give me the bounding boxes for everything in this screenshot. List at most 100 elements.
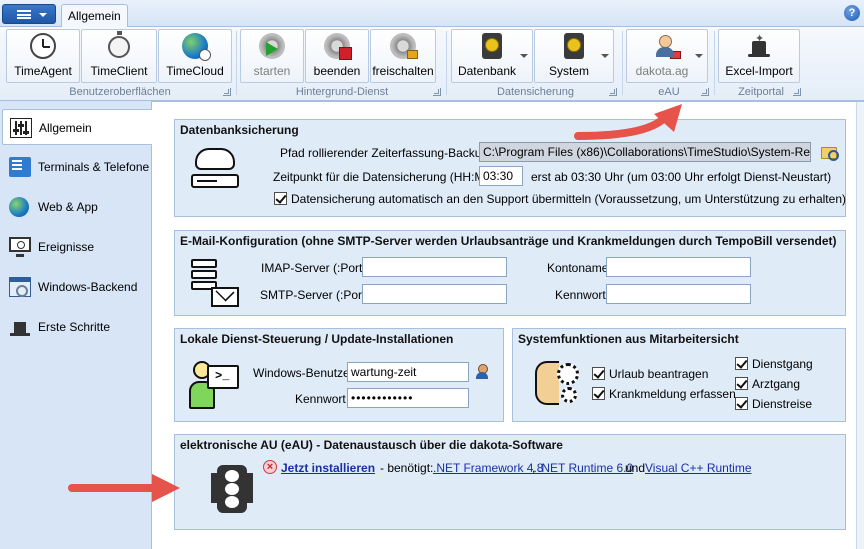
net-runtime-link[interactable]: .NET Runtime 6.0 <box>538 461 633 475</box>
stopwatch-icon <box>108 31 130 58</box>
sidebar-item-web-app[interactable]: Web & App <box>2 189 150 225</box>
excel-import-button[interactable]: ✦ Excel-Import <box>718 29 800 83</box>
dialog-launcher-icon[interactable] <box>433 88 441 96</box>
service-password-field[interactable]: •••••••••••• <box>347 388 469 408</box>
dienstgang-checkbox[interactable] <box>735 357 748 370</box>
dienstreise-label: Dienstreise <box>752 397 813 411</box>
backup-time-field[interactable]: 03:30 <box>479 166 523 186</box>
starten-button[interactable]: starten <box>240 29 304 83</box>
freischalten-button[interactable]: freischalten <box>370 29 436 83</box>
group-zeitportal: ✦ Excel-Import Zeitportal <box>718 29 804 99</box>
gear-stop-icon <box>324 33 352 60</box>
vertical-scrollbar[interactable] <box>856 102 864 549</box>
support-upload-checkbox[interactable] <box>274 192 287 205</box>
group-divider <box>236 31 237 95</box>
freischalten-label: freischalten <box>372 64 434 78</box>
group-divider <box>446 31 447 95</box>
timecloud-label: TimeCloud <box>166 64 224 78</box>
sidebar-item-erste-schritte[interactable]: Erste Schritte <box>2 309 150 345</box>
vc-runtime-link[interactable]: Visual C++ Runtime <box>645 461 752 475</box>
dialog-launcher-icon[interactable] <box>223 88 231 96</box>
eau-title: elektronische AU (eAU) - Datenaustausch … <box>180 438 563 452</box>
account-label: Kontoname <box>547 261 609 275</box>
urlaub-label: Urlaub beantragen <box>609 367 709 381</box>
service-password-label: Kennwort <box>295 392 346 406</box>
excel-import-label: Excel-Import <box>725 64 793 78</box>
service-panel: Lokale Dienst-Steuerung / Update-Install… <box>174 328 504 422</box>
dialog-launcher-icon[interactable] <box>609 88 617 96</box>
mail-password-field[interactable] <box>606 284 751 304</box>
windows-user-field[interactable]: wartung-zeit <box>347 362 469 382</box>
group-divider <box>714 31 715 95</box>
krankmeldung-label: Krankmeldung erfassen <box>609 387 736 401</box>
user-picker-icon[interactable] <box>475 364 489 380</box>
backup-time-label: Zeitpunkt für die Datensicherung (HH:MM) <box>273 170 499 184</box>
backup-title: Datenbanksicherung <box>180 123 299 137</box>
timeclient-button[interactable]: TimeClient <box>81 29 157 83</box>
service-title: Lokale Dienst-Steuerung / Update-Install… <box>180 332 454 346</box>
dienstreise-checkbox[interactable] <box>735 397 748 410</box>
email-title: E-Mail-Konfiguration (ohne SMTP-Server w… <box>180 234 837 248</box>
dialog-launcher-icon[interactable] <box>793 88 801 96</box>
system-functions-title: Systemfunktionen aus Mitarbeitersicht <box>518 332 739 346</box>
ribbon-tab-bar: Allgemein ? <box>0 0 864 28</box>
beenden-button[interactable]: beenden <box>305 29 369 83</box>
chevron-down-icon <box>601 54 609 58</box>
error-icon: × <box>263 460 277 474</box>
group-label: Zeitportal <box>738 86 784 98</box>
account-field[interactable] <box>606 257 751 277</box>
timecloud-button[interactable]: TimeCloud <box>158 29 232 83</box>
krankmeldung-checkbox[interactable] <box>592 387 605 400</box>
dialog-launcher-icon[interactable] <box>701 88 709 96</box>
timeclient-label: TimeClient <box>90 64 148 78</box>
net-framework-link[interactable]: .NET Framework 4.8 <box>433 461 543 475</box>
phone-icon <box>9 157 31 177</box>
group-datensicherung: Datenbank System Datensicherung <box>451 29 620 99</box>
dakota-ag-label: dakota.ag <box>635 64 689 78</box>
sidebar-item-windows-backend[interactable]: Windows-Backend <box>2 269 150 305</box>
database-icon <box>482 33 502 59</box>
menu-icon <box>17 10 31 19</box>
smtp-label: SMTP-Server (:Port) <box>260 288 370 302</box>
sidebar-item-label: Allgemein <box>39 121 92 135</box>
timeagent-button[interactable]: TimeAgent <box>6 29 80 83</box>
app-menu-button[interactable] <box>2 4 56 24</box>
tab-allgemein[interactable]: Allgemein <box>61 4 128 28</box>
group-label: eAU <box>658 86 680 98</box>
sidebar-item-ereignisse[interactable]: Ereignisse <box>2 229 150 265</box>
chevron-down-icon <box>520 54 528 58</box>
arztgang-checkbox[interactable] <box>735 377 748 390</box>
group-label: Hintergrund-Dienst <box>295 86 389 98</box>
group-label: Datensicherung <box>496 86 575 98</box>
imap-field[interactable] <box>362 257 507 277</box>
system-button[interactable]: System <box>534 29 614 83</box>
person-camera-icon <box>654 33 681 59</box>
install-link[interactable]: Jetzt installieren <box>281 461 375 475</box>
settings-content: Datenbanksicherung Pfad rollierender Zei… <box>152 101 864 549</box>
sidebar-item-label: Erste Schritte <box>38 320 111 334</box>
clock-icon <box>30 33 56 59</box>
datenbank-button[interactable]: Datenbank <box>451 29 533 83</box>
mail-password-label: Kennwort <box>555 288 606 302</box>
sidebar-item-label: Web & App <box>38 200 98 214</box>
starten-label: starten <box>253 64 291 78</box>
system-label: System <box>548 64 589 78</box>
folder-search-icon[interactable] <box>821 147 839 161</box>
ribbon: TimeAgent TimeClient TimeCloud Benutzero… <box>0 27 864 101</box>
annotation-arrow-eau <box>574 104 682 140</box>
urlaub-checkbox[interactable] <box>592 367 605 380</box>
smtp-field[interactable] <box>362 284 507 304</box>
and-text: und <box>625 461 646 475</box>
sidebar-item-allgemein[interactable]: Allgemein <box>2 109 154 145</box>
dienstgang-label: Dienstgang <box>752 357 813 371</box>
help-icon[interactable]: ? <box>844 5 860 21</box>
gear-play-icon <box>259 33 285 59</box>
user-console-icon <box>189 361 241 411</box>
magic-hat-icon: ✦ <box>746 33 772 59</box>
dakota-ag-button[interactable]: dakota.ag <box>626 29 708 83</box>
face-gear-icon <box>535 361 583 409</box>
sidebar-item-terminals[interactable]: Terminals & Telefone <box>2 149 150 185</box>
annotation-arrow-traffic-light <box>68 474 180 502</box>
system-backup-icon <box>564 33 584 59</box>
beenden-label: beenden <box>313 64 361 78</box>
